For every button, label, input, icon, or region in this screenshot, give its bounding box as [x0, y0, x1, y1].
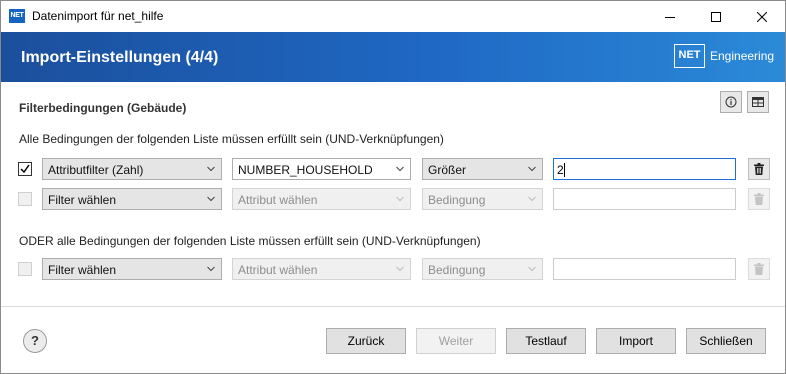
page-title: Import-Einstellungen (4/4)	[21, 49, 219, 66]
and-row-1-filter-select[interactable]: Attributfilter (Zahl)	[42, 158, 222, 180]
or-row-1-value-input[interactable]	[553, 258, 736, 280]
table-icon	[752, 97, 764, 107]
minimize-button[interactable]	[647, 1, 693, 32]
maximize-button[interactable]	[693, 1, 739, 32]
or-row-1-condition-value: Bedingung	[428, 263, 486, 277]
chevron-down-icon	[207, 196, 215, 202]
trash-icon	[754, 263, 764, 275]
back-button[interactable]: Zurück	[326, 328, 406, 354]
and-row-2-filter-select[interactable]: Filter wählen	[42, 188, 222, 210]
trash-icon	[754, 193, 764, 205]
chevron-down-icon	[207, 266, 215, 272]
or-row-1-condition-select[interactable]: Bedingung	[422, 258, 543, 280]
close-dialog-button[interactable]: Schließen	[686, 328, 766, 354]
and-row-2-attribute-select[interactable]: Attribut wählen	[232, 188, 411, 210]
section-title: Filterbedingungen (Gebäude)	[19, 101, 187, 115]
and-row-1-attribute-select[interactable]: NUMBER_HOUSEHOLD	[232, 158, 411, 180]
and-row-1-value-input[interactable]: 2	[553, 158, 736, 180]
and-row-2-value-input[interactable]	[553, 188, 736, 210]
logo-mark: NET	[674, 44, 705, 68]
logo-text: Engineering	[710, 49, 775, 63]
and-row-2-delete-button[interactable]	[748, 188, 770, 210]
and-row-1-attribute-value: NUMBER_HOUSEHOLD	[238, 163, 373, 177]
chevron-down-icon	[528, 196, 536, 202]
app-icon: NET	[9, 9, 25, 23]
and-row-1-condition-select[interactable]: Größer	[422, 158, 543, 180]
title-bar: NET Datenimport für net_hilfe	[1, 1, 785, 32]
chevron-down-icon	[207, 166, 215, 172]
or-row-1-checkbox[interactable]	[18, 262, 32, 276]
or-row-1-attribute-select[interactable]: Attribut wählen	[232, 258, 411, 280]
test-run-button[interactable]: Testlauf	[506, 328, 586, 354]
chevron-down-icon	[528, 166, 536, 172]
help-button[interactable]: ?	[23, 329, 47, 353]
and-row-2-filter-value: Filter wählen	[48, 193, 117, 207]
header-banner: Import-Einstellungen (4/4) NET Engineeri…	[1, 32, 785, 82]
info-icon	[725, 96, 737, 108]
or-group-label: ODER alle Bedingungen der folgenden List…	[19, 234, 481, 248]
and-row-1-condition-value: Größer	[428, 163, 467, 177]
info-button[interactable]	[720, 91, 742, 113]
import-button[interactable]: Import	[596, 328, 676, 354]
close-button[interactable]	[739, 1, 785, 32]
checkmark-icon	[20, 164, 30, 174]
chevron-down-icon	[396, 266, 404, 272]
and-row-2-attribute-value: Attribut wählen	[238, 193, 318, 207]
and-row-2-checkbox[interactable]	[18, 192, 32, 206]
and-group-label: Alle Bedingungen der folgenden Liste müs…	[19, 132, 444, 146]
trash-icon	[754, 163, 764, 175]
window-title: Datenimport für net_hilfe	[32, 9, 164, 23]
next-button[interactable]: Weiter	[416, 328, 496, 354]
or-row-1-filter-value: Filter wählen	[48, 263, 117, 277]
and-row-1-checkbox[interactable]	[18, 162, 32, 176]
table-view-button[interactable]	[747, 91, 769, 113]
and-row-2-condition-select[interactable]: Bedingung	[422, 188, 543, 210]
chevron-down-icon	[528, 266, 536, 272]
minimize-icon	[665, 16, 675, 18]
and-row-1-delete-button[interactable]	[748, 158, 770, 180]
chevron-down-icon	[396, 196, 404, 202]
maximize-icon	[711, 11, 721, 22]
close-icon	[757, 11, 767, 22]
footer-divider	[1, 306, 785, 307]
text-caret	[564, 163, 565, 177]
dialog-window: NET Datenimport für net_hilfe Import-Ein…	[0, 0, 786, 374]
chevron-down-icon	[396, 166, 404, 172]
and-row-2-condition-value: Bedingung	[428, 193, 486, 207]
or-row-1-delete-button[interactable]	[748, 258, 770, 280]
or-row-1-filter-select[interactable]: Filter wählen	[42, 258, 222, 280]
and-row-1-filter-value: Attributfilter (Zahl)	[48, 163, 144, 177]
or-row-1-attribute-value: Attribut wählen	[238, 263, 318, 277]
and-row-1-value-text: 2	[557, 163, 564, 177]
